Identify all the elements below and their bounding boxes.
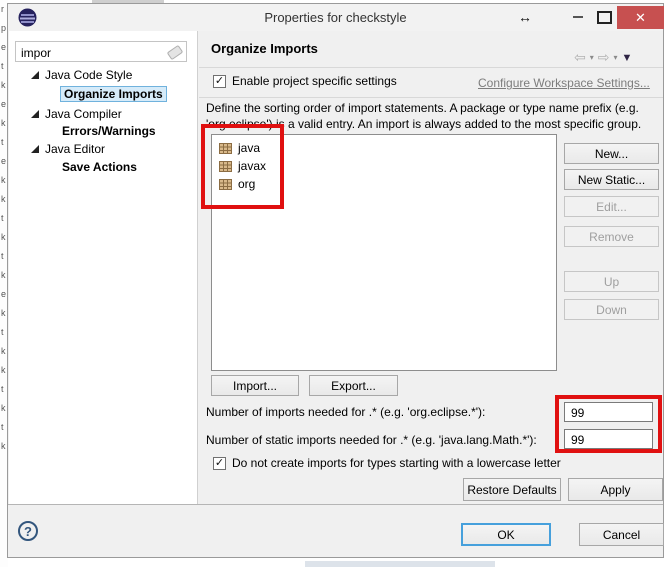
enable-project-settings-checkbox[interactable]: ✓ Enable project specific settings [213, 74, 397, 88]
title-bar[interactable]: Properties for checkstyle ↔ ✕ [8, 4, 663, 31]
section-divider [199, 97, 663, 98]
imports-needed-input[interactable] [569, 405, 651, 421]
maximize-icon [597, 11, 612, 24]
window-title: Properties for checkstyle [8, 10, 663, 25]
tree-expanded-icon[interactable] [31, 110, 39, 118]
checkbox-label: Enable project specific settings [232, 74, 397, 88]
imports-needed-label: Number of imports needed for .* (e.g. 'o… [206, 405, 485, 419]
minimize-icon [573, 16, 583, 18]
page-navigation: ⇦ ▾ ⇨ ▾ ▼ [574, 49, 632, 66]
package-icon [219, 142, 232, 154]
configure-workspace-settings-link[interactable]: Configure Workspace Settings... [478, 76, 650, 90]
tree-item-label: Organize Imports [64, 87, 163, 101]
properties-dialog: Properties for checkstyle ↔ ✕ Java Code … [7, 3, 664, 558]
description-line2: 'org.eclipse') is a valid entry. An impo… [206, 117, 656, 133]
forward-icon[interactable]: ⇨ [598, 49, 610, 66]
package-icon [219, 160, 232, 172]
package-icon [219, 178, 232, 190]
tree-item-label: Errors/Warnings [62, 124, 156, 138]
imports-needed-field-wrap [564, 402, 653, 422]
page-title: Organize Imports [211, 41, 318, 56]
up-button[interactable]: Up [564, 271, 659, 292]
view-menu-icon[interactable]: ▼ [622, 52, 633, 64]
static-imports-needed-field-wrap [564, 429, 653, 449]
import-button[interactable]: Import... [211, 375, 299, 396]
sidebar-item-organize-imports[interactable]: Organize Imports [60, 86, 167, 102]
restore-resize-button[interactable]: ↔ [513, 7, 537, 27]
maximize-button[interactable] [594, 7, 614, 27]
forward-dropdown-icon[interactable]: ▾ [613, 53, 617, 62]
tree-item-label: Java Editor [45, 142, 105, 156]
list-item-label: org [238, 177, 255, 191]
question-icon: ? [24, 524, 32, 539]
tree-item-label: Java Code Style [45, 68, 132, 82]
sidebar-item-java-compiler[interactable]: Java Compiler [9, 106, 220, 122]
minimize-button[interactable] [568, 7, 588, 27]
sidebar-item-java-editor[interactable]: Java Editor [9, 141, 220, 157]
close-icon: ✕ [635, 10, 646, 26]
list-item-javax[interactable]: javax [219, 157, 266, 175]
cancel-button[interactable]: Cancel [579, 523, 664, 546]
list-item-org[interactable]: org [219, 175, 255, 193]
edit-button[interactable]: Edit... [564, 196, 659, 217]
checkbox-label: Do not create imports for types starting… [232, 456, 561, 470]
tree-item-label: Java Compiler [45, 107, 122, 121]
preferences-sidebar: Java Code Style Organize Imports Java Co… [9, 31, 198, 504]
help-button[interactable]: ? [18, 521, 38, 541]
lowercase-imports-checkbox[interactable]: ✓ Do not create imports for types starti… [213, 456, 561, 470]
import-order-list[interactable]: java javax org [211, 134, 557, 371]
header-divider [199, 67, 663, 68]
new-static-button[interactable]: New Static... [564, 169, 659, 190]
checkbox-checked-icon[interactable]: ✓ [213, 75, 226, 88]
tree-item-label: Save Actions [62, 160, 137, 174]
footer-divider [8, 504, 663, 505]
apply-button[interactable]: Apply [568, 478, 663, 501]
static-imports-needed-input[interactable] [569, 432, 651, 448]
description-text: Define the sorting order of import state… [206, 101, 656, 132]
remove-button[interactable]: Remove [564, 226, 659, 247]
background-window-fragment-bottom [305, 561, 495, 567]
description-line1: Define the sorting order of import state… [206, 101, 656, 117]
clear-filter-icon[interactable] [167, 45, 184, 60]
down-button[interactable]: Down [564, 299, 659, 320]
tree-expanded-icon[interactable] [31, 145, 39, 153]
export-button[interactable]: Export... [309, 375, 398, 396]
static-imports-needed-label: Number of static imports needed for .* (… [206, 433, 537, 447]
back-dropdown-icon[interactable]: ▾ [590, 53, 594, 62]
filter-input[interactable] [19, 43, 168, 62]
back-icon[interactable]: ⇦ [574, 49, 586, 66]
list-item-label: java [238, 141, 260, 155]
close-button[interactable]: ✕ [617, 6, 664, 29]
ok-button[interactable]: OK [461, 523, 551, 546]
list-item-label: javax [238, 159, 266, 173]
new-button[interactable]: New... [564, 143, 659, 164]
filter-box [15, 41, 187, 62]
tree-expanded-icon[interactable] [31, 71, 39, 79]
sidebar-item-java-code-style[interactable]: Java Code Style [9, 67, 220, 83]
list-item-java[interactable]: java [219, 139, 260, 157]
checkbox-checked-icon[interactable]: ✓ [213, 457, 226, 470]
restore-defaults-button[interactable]: Restore Defaults [463, 478, 561, 501]
